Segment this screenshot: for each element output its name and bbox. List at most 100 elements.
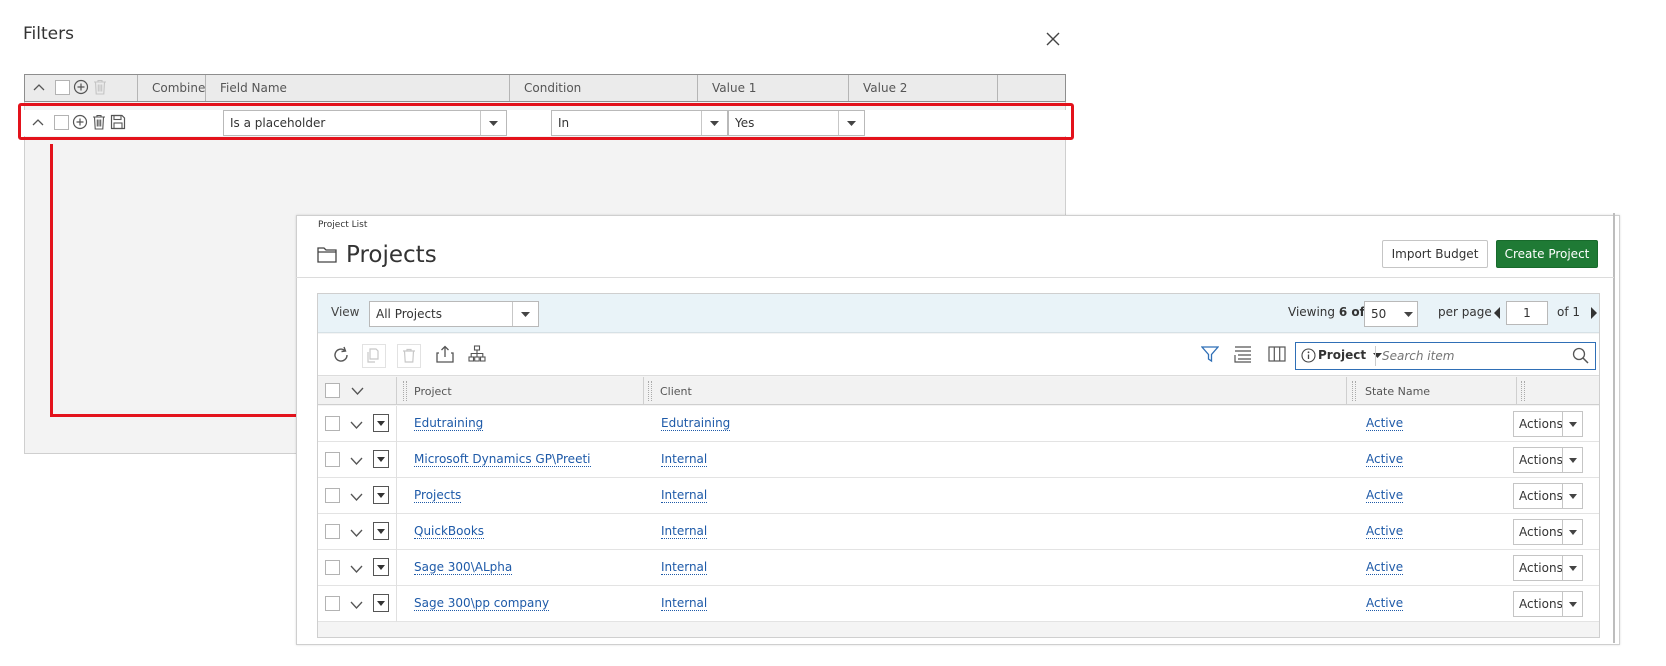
col-state-name[interactable]: State Name — [1365, 385, 1430, 398]
actions-label: Actions — [1519, 417, 1563, 431]
project-link[interactable]: Sage 300\ALpha — [414, 560, 513, 575]
columns-icon[interactable] — [1268, 345, 1286, 363]
client-link[interactable]: Internal — [661, 596, 708, 611]
row-checkbox[interactable] — [325, 452, 340, 467]
per-page-label: per page — [1438, 305, 1492, 319]
row-menu-button[interactable] — [373, 414, 389, 432]
column-divider — [396, 478, 397, 514]
actions-dropdown[interactable]: Actions — [1513, 555, 1583, 581]
search-input[interactable] — [1380, 345, 1560, 367]
caret-down-icon — [377, 600, 385, 606]
row-checkbox[interactable] — [325, 560, 340, 575]
table-row: QuickBooks Internal Active Actions — [318, 514, 1599, 550]
export-icon[interactable] — [436, 345, 454, 363]
row-checkbox[interactable] — [325, 596, 340, 611]
row-menu-button[interactable] — [373, 522, 389, 540]
select-all-checkbox[interactable] — [325, 383, 340, 398]
collapse-all-icon[interactable] — [33, 83, 45, 92]
chevron-down-icon[interactable] — [1562, 412, 1582, 436]
view-dropdown[interactable]: All Projects — [369, 301, 539, 327]
state-link[interactable]: Active — [1366, 488, 1404, 503]
col-value1: Value 1 — [697, 75, 848, 101]
row-checkbox[interactable] — [325, 488, 340, 503]
page-number-input[interactable]: 1 — [1506, 301, 1548, 325]
column-grip[interactable] — [1521, 381, 1525, 401]
project-link[interactable]: Microsoft Dynamics GP\Preeti — [414, 452, 591, 467]
actions-dropdown[interactable]: Actions — [1513, 519, 1583, 545]
client-link[interactable]: Internal — [661, 524, 708, 539]
column-divider — [396, 514, 397, 550]
row-checkbox[interactable] — [325, 416, 340, 431]
hierarchy-icon[interactable] — [468, 345, 486, 363]
chevron-down-icon[interactable] — [1562, 520, 1582, 544]
next-page-icon[interactable] — [1590, 307, 1597, 319]
row-menu-button[interactable] — [373, 486, 389, 504]
state-link[interactable]: Active — [1366, 416, 1404, 431]
project-link[interactable]: Edutraining — [414, 416, 484, 431]
actions-dropdown[interactable]: Actions — [1513, 447, 1583, 473]
chevron-down-icon[interactable] — [512, 302, 538, 326]
project-link[interactable]: Sage 300\pp company — [414, 596, 550, 611]
delete-icon — [397, 344, 421, 368]
import-budget-button[interactable]: Import Budget — [1382, 240, 1488, 268]
project-link[interactable]: Projects — [414, 488, 462, 503]
client-link[interactable]: Internal — [661, 452, 708, 467]
client-link[interactable]: Internal — [661, 488, 708, 503]
expand-row-icon[interactable] — [350, 601, 363, 609]
expand-row-icon[interactable] — [350, 457, 363, 465]
column-divider — [643, 377, 644, 405]
col-field-name: Field Name — [205, 75, 509, 101]
col-condition: Condition — [509, 75, 697, 101]
caret-down-icon — [377, 564, 385, 570]
project-link[interactable]: QuickBooks — [414, 524, 485, 539]
expand-row-icon[interactable] — [350, 493, 363, 501]
expand-row-icon[interactable] — [350, 529, 363, 537]
actions-dropdown[interactable]: Actions — [1513, 411, 1583, 437]
column-grip[interactable] — [1352, 381, 1356, 401]
caret-down-icon — [377, 420, 385, 426]
chevron-down-icon[interactable] — [1399, 302, 1417, 326]
state-link[interactable]: Active — [1366, 560, 1404, 575]
chevron-down-icon[interactable] — [1562, 592, 1582, 616]
state-link[interactable]: Active — [1366, 596, 1404, 611]
col-client[interactable]: Client — [660, 385, 692, 398]
column-grip[interactable] — [648, 381, 652, 401]
expand-all-icon[interactable] — [351, 387, 364, 395]
chevron-down-icon[interactable] — [1562, 448, 1582, 472]
actions-dropdown[interactable]: Actions — [1513, 591, 1583, 617]
close-icon[interactable] — [1045, 31, 1061, 47]
client-link[interactable]: Edutraining — [661, 416, 731, 431]
row-menu-button[interactable] — [373, 594, 389, 612]
expand-row-icon[interactable] — [350, 565, 363, 573]
caret-down-icon — [377, 492, 385, 498]
page-size-dropdown[interactable]: 50 — [1364, 301, 1418, 327]
breadcrumb[interactable]: Project List — [318, 220, 367, 230]
row-menu-button[interactable] — [373, 450, 389, 468]
add-icon[interactable] — [73, 79, 89, 95]
refresh-icon[interactable] — [332, 346, 350, 364]
row-checkbox[interactable] — [325, 524, 340, 539]
divider — [296, 277, 1614, 278]
highlight-box — [18, 103, 1074, 140]
chevron-down-icon[interactable] — [1562, 484, 1582, 508]
select-all-checkbox[interactable] — [55, 80, 70, 95]
expand-row-icon[interactable] — [350, 421, 363, 429]
actions-dropdown[interactable]: Actions — [1513, 483, 1583, 509]
client-link[interactable]: Internal — [661, 560, 708, 575]
list-settings-icon[interactable] — [1234, 345, 1252, 363]
search-scope-dropdown[interactable]: Project — [1318, 348, 1383, 362]
column-grip[interactable] — [403, 381, 407, 401]
col-combine: Combine — [137, 75, 205, 101]
state-link[interactable]: Active — [1366, 524, 1404, 539]
search-icon[interactable] — [1572, 347, 1589, 364]
create-project-button[interactable]: Create Project — [1496, 240, 1598, 268]
filter-icon[interactable] — [1201, 345, 1219, 363]
col-project[interactable]: Project — [414, 385, 452, 398]
prev-page-icon[interactable] — [1494, 307, 1501, 319]
column-divider — [396, 406, 397, 442]
column-divider — [396, 586, 397, 622]
chevron-down-icon[interactable] — [1562, 556, 1582, 580]
state-link[interactable]: Active — [1366, 452, 1404, 467]
row-menu-button[interactable] — [373, 558, 389, 576]
column-divider — [396, 377, 397, 405]
